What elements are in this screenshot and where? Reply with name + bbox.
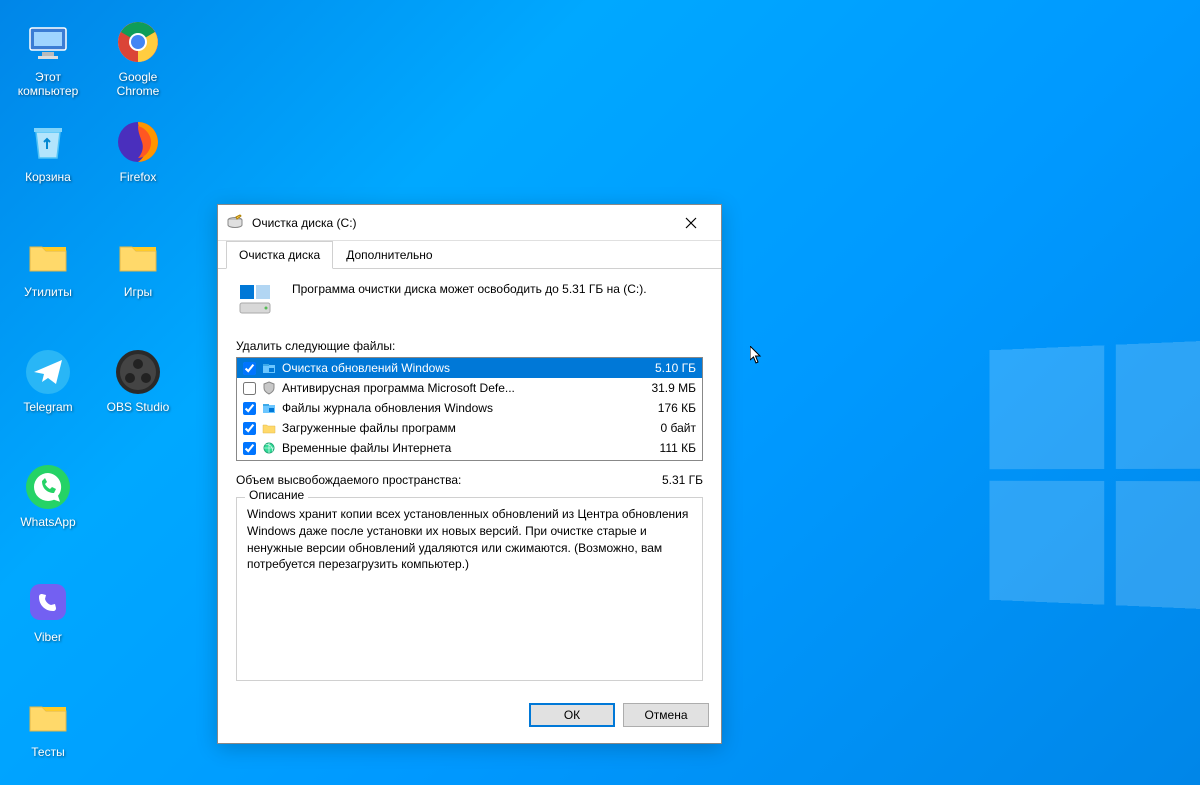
folder-icon: [24, 233, 72, 281]
tab-cleanup[interactable]: Очистка диска: [226, 241, 333, 269]
file-size: 5.10 ГБ: [636, 361, 696, 375]
viber-icon: [24, 578, 72, 626]
desktop-icon-whatsapp[interactable]: WhatsApp: [10, 463, 86, 529]
intro-text: Программа очистки диска может освободить…: [292, 281, 647, 321]
file-name: Файлы журнала обновления Windows: [282, 401, 630, 415]
file-size: 0 байт: [636, 421, 696, 435]
file-type-icon: [262, 421, 276, 435]
whatsapp-icon: [24, 463, 72, 511]
desktop-icon-folder[interactable]: Утилиты: [10, 233, 86, 299]
delete-files-label: Удалить следующие файлы:: [236, 339, 703, 353]
desktop-icon-firefox[interactable]: Firefox: [100, 118, 176, 184]
disk-cleanup-dialog: Очистка диска (C:) Очистка дискаДополнит…: [217, 204, 722, 744]
folder-icon: [114, 233, 162, 281]
file-checkbox[interactable]: [243, 402, 256, 415]
button-row: ОК Отмена: [218, 693, 721, 743]
description-text: Windows хранит копии всех установленных …: [247, 506, 692, 573]
obs-icon: [114, 348, 162, 396]
desktop-icon-label: OBS Studio: [100, 400, 176, 414]
file-size: 111 КБ: [636, 441, 696, 455]
file-name: Антивирусная программа Microsoft Defe...: [282, 381, 630, 395]
file-row[interactable]: Временные файлы Интернета 111 КБ: [237, 438, 702, 458]
file-type-icon: [262, 441, 276, 455]
description-box: Описание Windows хранит копии всех устан…: [236, 497, 703, 681]
dialog-body: Программа очистки диска может освободить…: [218, 269, 721, 693]
telegram-icon: [24, 348, 72, 396]
desktop-icon-label: Viber: [10, 630, 86, 644]
file-checkbox[interactable]: [243, 422, 256, 435]
file-checkbox[interactable]: [243, 362, 256, 375]
titlebar[interactable]: Очистка диска (C:): [218, 205, 721, 241]
file-row[interactable]: Очистка обновлений Windows 5.10 ГБ: [237, 358, 702, 378]
desktop-icon-chrome[interactable]: Google Chrome: [100, 18, 176, 99]
close-icon: [685, 217, 697, 229]
mouse-cursor: [750, 346, 762, 364]
desktop-icon-label: Этот компьютер: [10, 70, 86, 99]
drive-icon: [236, 281, 276, 321]
desktop-icon-label: Корзина: [10, 170, 86, 184]
dialog-title: Очистка диска (C:): [252, 216, 669, 230]
desktop-icon-folder[interactable]: Игры: [100, 233, 176, 299]
file-list[interactable]: Очистка обновлений Windows 5.10 ГБ Антивир…: [236, 357, 703, 461]
file-name: Очистка обновлений Windows: [282, 361, 630, 375]
desktop-icon-recycle[interactable]: Корзина: [10, 118, 86, 184]
file-checkbox[interactable]: [243, 442, 256, 455]
total-value: 5.31 ГБ: [662, 473, 703, 487]
file-checkbox[interactable]: [243, 382, 256, 395]
file-row[interactable]: Антивирусная программа Microsoft Defe...…: [237, 378, 702, 398]
file-name: Загруженные файлы программ: [282, 421, 630, 435]
desktop-icon-telegram[interactable]: Telegram: [10, 348, 86, 414]
file-row[interactable]: Файлы журнала обновления Windows 176 КБ: [237, 398, 702, 418]
file-type-icon: [262, 361, 276, 375]
desktop-icon-viber[interactable]: Viber: [10, 578, 86, 644]
description-legend: Описание: [245, 488, 308, 502]
folder-icon: [24, 693, 72, 741]
desktop-icon-label: Google Chrome: [100, 70, 176, 99]
computer-icon: [24, 18, 72, 66]
file-name: Временные файлы Интернета: [282, 441, 630, 455]
total-label: Объем высвобождаемого пространства:: [236, 473, 461, 487]
total-row: Объем высвобождаемого пространства: 5.31…: [236, 473, 703, 487]
chrome-icon: [114, 18, 162, 66]
tab-more[interactable]: Дополнительно: [333, 241, 445, 269]
intro-section: Программа очистки диска может освободить…: [236, 281, 703, 321]
desktop-icon-label: WhatsApp: [10, 515, 86, 529]
desktop-icon-computer[interactable]: Этот компьютер: [10, 18, 86, 99]
desktop-icon-label: Утилиты: [10, 285, 86, 299]
desktop-icon-label: Telegram: [10, 400, 86, 414]
ok-button[interactable]: ОК: [529, 703, 615, 727]
desktop-icon-folder[interactable]: Тесты: [10, 693, 86, 759]
disk-cleanup-icon: [226, 214, 244, 232]
file-size: 176 КБ: [636, 401, 696, 415]
file-size: 31.9 МБ: [636, 381, 696, 395]
firefox-icon: [114, 118, 162, 166]
desktop-icon-label: Тесты: [10, 745, 86, 759]
close-button[interactable]: [669, 207, 713, 239]
desktop-icon-label: Игры: [100, 285, 176, 299]
desktop-icon-label: Firefox: [100, 170, 176, 184]
file-type-icon: [262, 381, 276, 395]
file-type-icon: [262, 401, 276, 415]
cancel-button[interactable]: Отмена: [623, 703, 709, 727]
desktop-icon-obs[interactable]: OBS Studio: [100, 348, 176, 414]
tab-strip: Очистка дискаДополнительно: [218, 241, 721, 269]
recycle-icon: [24, 118, 72, 166]
file-row[interactable]: Загруженные файлы программ 0 байт: [237, 418, 702, 438]
